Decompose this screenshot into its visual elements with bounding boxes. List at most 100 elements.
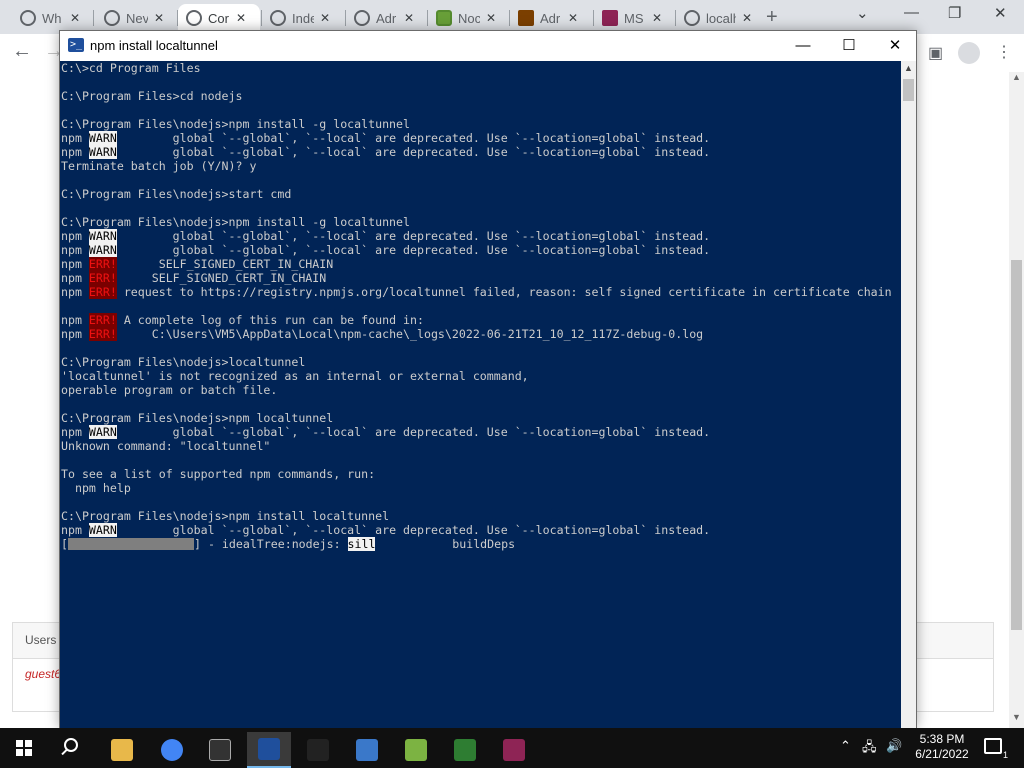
- nodejs-icon: [436, 10, 452, 26]
- console-line: [] - idealTree:nodejs: sill buildDeps: [61, 537, 892, 551]
- console-line: npm WARN global `--global`, `--local` ar…: [61, 243, 892, 257]
- progress-bar: [67, 538, 194, 550]
- console-text: npm: [61, 271, 89, 285]
- tab-close-icon[interactable]: ✕: [154, 11, 164, 25]
- console-text: global `--global`, `--local` are depreca…: [116, 229, 711, 243]
- maximize-button[interactable]: ☐: [826, 33, 872, 59]
- tab-label: Adr: [376, 10, 397, 26]
- network-icon[interactable]: 🖧: [862, 738, 877, 760]
- console-line: Unknown command: "localtunnel": [61, 439, 892, 453]
- console-title: npm install localtunnel: [90, 38, 218, 53]
- console-scrollbar[interactable]: ▲: [901, 61, 916, 729]
- console-text: C:\Program Files\nodejs>localtunnel: [61, 355, 306, 369]
- chrome-icon-glyph: [161, 739, 183, 761]
- powershell-icon[interactable]: [247, 732, 291, 768]
- close-button[interactable]: ✕: [872, 33, 918, 59]
- console-titlebar[interactable]: >_ npm install localtunnel — ☐ ✕: [60, 31, 916, 61]
- console-text: C:\>cd Program Files: [61, 61, 201, 75]
- console-line: npm WARN global `--global`, `--local` ar…: [61, 145, 892, 159]
- console-text: request to https://registry.npmjs.org/lo…: [116, 285, 892, 299]
- restore-browser-button[interactable]: ❐: [948, 4, 961, 22]
- powershell-icon-glyph: [258, 738, 280, 760]
- taskbar: ⌃ 🖧 🔊 5:38 PM 6/21/2022 1: [0, 728, 1024, 768]
- browser-tab[interactable]: Cor ✕: [178, 4, 260, 32]
- browser-tab[interactable]: Inde ✕: [262, 4, 344, 32]
- console-text: Unknown command: "localtunnel": [61, 439, 271, 453]
- console-text: SELF_SIGNED_CERT_IN_CHAIN: [116, 271, 327, 285]
- new-tab-button[interactable]: +: [766, 6, 778, 29]
- tab-close-icon[interactable]: ✕: [486, 11, 496, 25]
- notepad-plus-icon[interactable]: [394, 732, 438, 768]
- tab-close-icon[interactable]: ✕: [742, 11, 752, 25]
- console-text: C:\Program Files\nodejs>npm install -g l…: [61, 215, 411, 229]
- console-text: npm: [61, 523, 89, 537]
- tab-close-icon[interactable]: ✕: [70, 11, 80, 25]
- network-tool-icon[interactable]: [345, 732, 389, 768]
- browser-tab[interactable]: Nev ✕: [96, 4, 176, 32]
- 7zip-icon-glyph: [209, 739, 231, 761]
- clock-time: 5:38 PM: [919, 732, 965, 746]
- tab-close-icon[interactable]: ✕: [568, 11, 578, 25]
- 7zip-icon[interactable]: [198, 732, 242, 768]
- volume-icon[interactable]: 🔊: [886, 738, 902, 754]
- browser-tab[interactable]: Wh ✕: [12, 4, 92, 32]
- tab-close-icon[interactable]: ✕: [236, 11, 246, 25]
- notification-icon[interactable]: 1: [984, 738, 1008, 760]
- minimize-browser-button[interactable]: —: [904, 4, 919, 21]
- scroll-down-arrow-icon[interactable]: ▼: [1012, 712, 1021, 722]
- start-button[interactable]: [16, 740, 32, 756]
- browser-menu-icon[interactable]: ⋮: [996, 42, 1012, 62]
- browser-scrollbar[interactable]: ▲ ▼: [1009, 72, 1024, 728]
- notepad-plus-icon-glyph: [405, 739, 427, 761]
- minimize-button[interactable]: —: [780, 33, 826, 59]
- warn-badge: WARN: [88, 243, 117, 257]
- console-scroll-thumb[interactable]: [903, 79, 914, 101]
- guest-user-link[interactable]: guest6: [25, 667, 61, 681]
- scroll-up-arrow-icon[interactable]: ▲: [1012, 72, 1021, 82]
- clock[interactable]: 5:38 PM 6/21/2022: [912, 732, 972, 762]
- show-hidden-icons-icon[interactable]: ⌃: [840, 738, 851, 754]
- tab-search-icon[interactable]: ⌄: [856, 4, 869, 22]
- profile-avatar[interactable]: [958, 42, 980, 64]
- spreadsheet-icon-glyph: [454, 739, 476, 761]
- console-line: npm ERR! SELF_SIGNED_CERT_IN_CHAIN: [61, 271, 892, 285]
- spreadsheet-icon[interactable]: [443, 732, 487, 768]
- console-scroll-up-icon[interactable]: ▲: [904, 63, 913, 73]
- file-explorer-icon-glyph: [111, 739, 133, 761]
- tab-close-icon[interactable]: ✕: [320, 11, 330, 25]
- console-text: To see a list of supported npm commands,…: [61, 467, 376, 481]
- tab-label: Inde: [292, 10, 314, 26]
- file-explorer-icon[interactable]: [100, 732, 144, 768]
- console-line: npm WARN global `--global`, `--local` ar…: [61, 131, 892, 145]
- search-icon[interactable]: [64, 738, 78, 752]
- console-window[interactable]: >_ npm install localtunnel — ☐ ✕ C:\>cd …: [59, 30, 917, 729]
- close-browser-button[interactable]: ✕: [994, 4, 1007, 22]
- msys-icon[interactable]: [492, 732, 536, 768]
- console-line: To see a list of supported npm commands,…: [61, 467, 892, 481]
- console-text: global `--global`, `--local` are depreca…: [116, 243, 711, 257]
- tab-label: Wh: [42, 10, 62, 26]
- chrome-icon[interactable]: [150, 732, 194, 768]
- cmd-icon[interactable]: [296, 732, 340, 768]
- console-line: 'localtunnel' is not recognized as an in…: [61, 369, 892, 383]
- tab-close-icon[interactable]: ✕: [404, 11, 414, 25]
- browser-tab[interactable]: Adr ✕: [346, 4, 426, 32]
- browser-tab[interactable]: Noc ✕: [428, 4, 508, 32]
- browser-tab[interactable]: MS ✕: [594, 4, 674, 32]
- browser-tab[interactable]: Adr ✕: [510, 4, 592, 32]
- console-line: npm WARN global `--global`, `--local` ar…: [61, 229, 892, 243]
- console-output[interactable]: C:\>cd Program Files C:\Program Files>cd …: [60, 61, 901, 729]
- err-badge: ERR!: [88, 327, 117, 341]
- console-text: npm: [61, 257, 89, 271]
- console-line: C:\Program Files\nodejs>npm install -g l…: [61, 117, 892, 131]
- browser-scroll-thumb[interactable]: [1011, 260, 1022, 630]
- console-line: C:\Program Files\nodejs>npm install -g l…: [61, 215, 892, 229]
- browser-tab[interactable]: localho ✕: [676, 4, 760, 32]
- tab-close-icon[interactable]: ✕: [652, 11, 662, 25]
- side-panel-icon[interactable]: ▣: [928, 43, 943, 63]
- back-arrow-icon[interactable]: ←: [12, 40, 32, 63]
